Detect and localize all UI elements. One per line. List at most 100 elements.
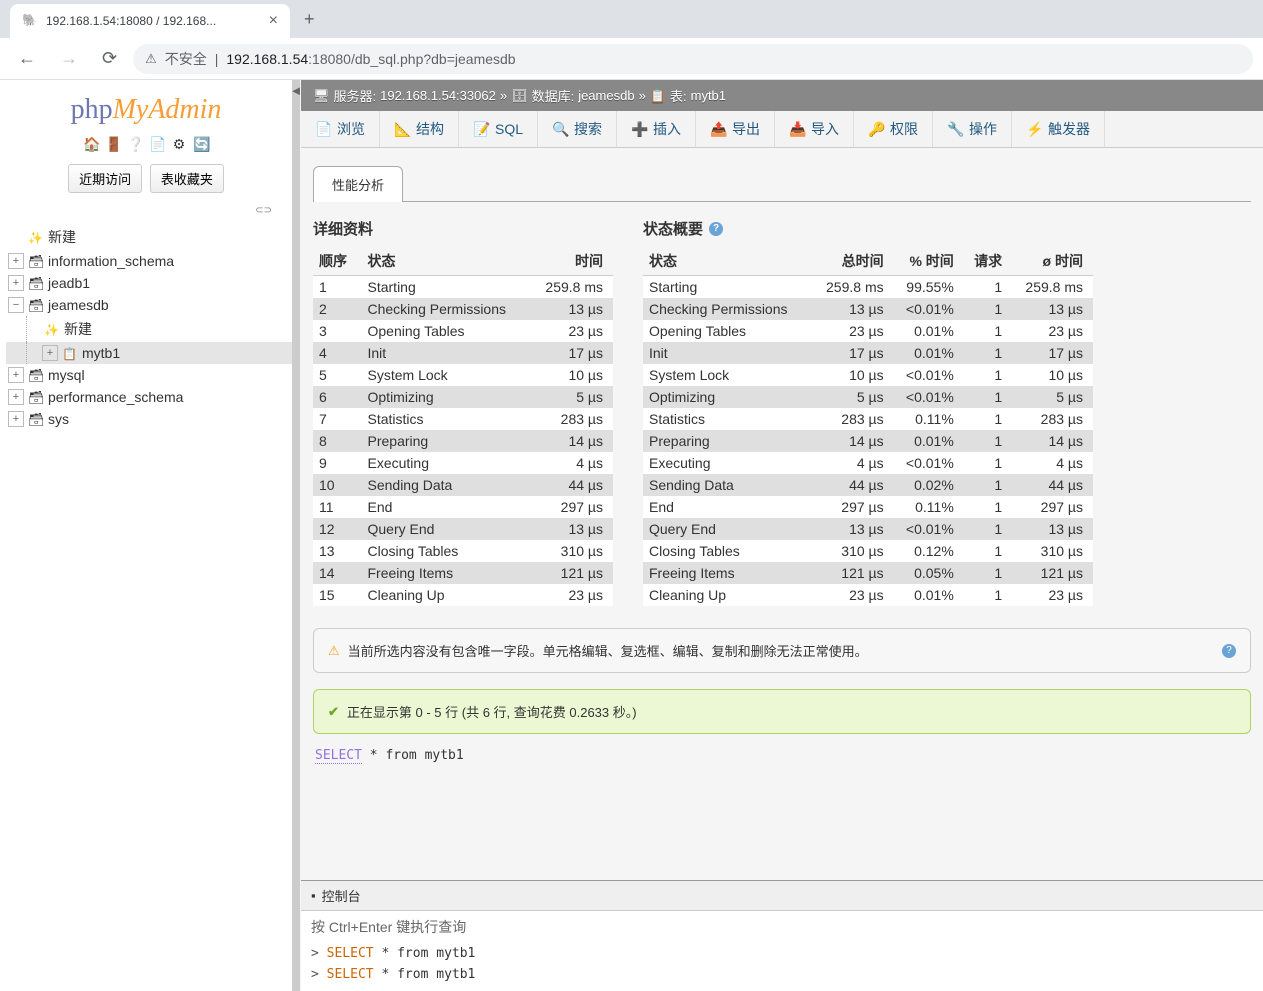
tab-privileges[interactable]: 🔑权限	[854, 111, 933, 147]
home-icon[interactable]: 🏠	[83, 136, 99, 152]
check-icon: ✔	[328, 704, 339, 720]
table-row: Preparing14 µs0.01%114 µs	[643, 430, 1093, 452]
settings-icon[interactable]: ⚙	[171, 136, 187, 152]
insecure-label: 不安全	[165, 49, 207, 69]
tab-sql[interactable]: 📝SQL	[459, 111, 538, 147]
col-total[interactable]: 总时间	[813, 247, 894, 276]
table-row: 15Cleaning Up23 µs	[313, 584, 613, 606]
notice-box: ⚠ 当前所选内容没有包含唯一字段。单元格编辑、复选框、编辑、复制和删除无法正常使…	[313, 628, 1251, 673]
table-row: 5System Lock10 µs	[313, 364, 613, 386]
browser-tab[interactable]: 🐘 192.168.1.54:18080 / 192.168... ×	[10, 4, 290, 38]
table-row: Init17 µs0.01%117 µs	[643, 342, 1093, 364]
expand-icon[interactable]: +	[8, 367, 24, 383]
collapse-icon[interactable]: ⊂⊃	[0, 201, 292, 220]
table-row: End297 µs0.11%1297 µs	[643, 496, 1093, 518]
tab-export[interactable]: 📤导出	[696, 111, 775, 147]
navigation-panel: phpMyAdmin 🏠 🚪 ❔ 📄 ⚙ 🔄 近期访问 表收藏夹 ⊂⊃ 新建 +…	[0, 80, 292, 991]
sql-icon[interactable]: 📄	[149, 136, 165, 152]
export-icon: 📤	[710, 121, 726, 137]
database-icon	[28, 367, 44, 383]
table-row: Statistics283 µs0.11%1283 µs	[643, 408, 1093, 430]
profiling-tab[interactable]: 性能分析	[313, 166, 403, 202]
table-row: 13Closing Tables310 µs	[313, 540, 613, 562]
breadcrumb: 🖥 服务器: 192.168.1.54:33062 » 🗄 数据库: jeame…	[301, 80, 1263, 111]
success-box: ✔ 正在显示第 0 - 5 行 (共 6 行, 查询花费 0.2633 秒。)	[313, 689, 1251, 734]
pma-logo[interactable]: phpMyAdmin	[0, 90, 292, 132]
col-avg[interactable]: ø 时间	[1012, 247, 1093, 276]
address-bar[interactable]: ⚠ 不安全 | 192.168.1.54:18080/db_sql.php?db…	[133, 44, 1253, 74]
table-row: 6Optimizing5 µs	[313, 386, 613, 408]
tree-label: mytb1	[82, 345, 120, 361]
resize-handle[interactable]: ◄	[292, 80, 300, 991]
col-order[interactable]: 顺序	[313, 247, 362, 276]
table-row: 12Query End13 µs	[313, 518, 613, 540]
sql-icon: 📝	[473, 121, 489, 137]
help-icon[interactable]: ?	[1222, 644, 1236, 658]
col-state[interactable]: 状态	[643, 247, 813, 276]
bc-db-link[interactable]: jeamesdb	[578, 88, 634, 103]
tab-operations[interactable]: 🔧操作	[933, 111, 1012, 147]
main-panel: ◄ 🖥 服务器: 192.168.1.54:33062 » 🗄 数据库: jea…	[292, 80, 1263, 991]
tab-insert[interactable]: ➕插入	[617, 111, 696, 147]
reload-button[interactable]: ⟳	[94, 44, 125, 73]
favorites-button[interactable]: 表收藏夹	[150, 164, 224, 193]
expand-icon[interactable]: +	[42, 345, 58, 361]
table-tabs: 📄浏览 📐结构 📝SQL 🔍搜索 ➕插入 📤导出 📥导入 🔑权限 🔧操作 ⚡触发…	[301, 111, 1263, 148]
col-time[interactable]: 时间	[532, 247, 613, 276]
database-icon	[28, 297, 44, 313]
console-history-row[interactable]: > SELECT * from mytb1	[311, 943, 1253, 964]
tab-search[interactable]: 🔍搜索	[538, 111, 617, 147]
tree-table-selected[interactable]: + mytb1	[6, 342, 292, 364]
browse-icon: 📄	[315, 121, 331, 137]
table-row: Optimizing5 µs<0.01%15 µs	[643, 386, 1093, 408]
summary-table: 状态 总时间 % 时间 请求 ø 时间 Starting259.8 ms99.5…	[643, 247, 1093, 606]
console-history-row[interactable]: > SELECT * from mytb1	[311, 964, 1253, 985]
col-state[interactable]: 状态	[362, 247, 532, 276]
col-pct[interactable]: % 时间	[894, 247, 964, 276]
server-icon: 🖥	[313, 88, 330, 104]
back-button[interactable]: ←	[10, 44, 44, 73]
logout-icon[interactable]: 🚪	[105, 136, 121, 152]
recent-button[interactable]: 近期访问	[68, 164, 142, 193]
table-row: 7Statistics283 µs	[313, 408, 613, 430]
expand-icon[interactable]: +	[8, 253, 24, 269]
bc-table-link[interactable]: mytb1	[691, 88, 726, 103]
tab-structure[interactable]: 📐结构	[380, 111, 459, 147]
summary-title: 状态概要	[643, 218, 703, 239]
bc-server-link[interactable]: 192.168.1.54:33062	[380, 88, 496, 103]
tree-db[interactable]: + jeadb1	[6, 272, 292, 294]
forward-button[interactable]: →	[52, 44, 86, 73]
database-icon: 🗄	[511, 88, 528, 104]
tree-db[interactable]: + performance_schema	[6, 386, 292, 408]
expand-icon[interactable]: +	[8, 389, 24, 405]
table-row: Checking Permissions13 µs<0.01%113 µs	[643, 298, 1093, 320]
expand-icon[interactable]: +	[8, 275, 24, 291]
console-header[interactable]: ▪ 控制台	[301, 881, 1263, 911]
url-separator: |	[215, 51, 219, 67]
tree-db[interactable]: + sys	[6, 408, 292, 430]
bc-db-label: 数据库:	[532, 86, 575, 105]
table-row: Sending Data44 µs0.02%144 µs	[643, 474, 1093, 496]
tree-new-table[interactable]: 新建	[6, 316, 292, 342]
tree-db-expanded[interactable]: − jeamesdb	[6, 294, 292, 316]
help-icon[interactable]: ?	[709, 222, 723, 236]
close-icon[interactable]: ×	[269, 12, 278, 30]
new-tab-button[interactable]: +	[290, 9, 329, 30]
structure-icon: 📐	[394, 121, 410, 137]
tree-db[interactable]: + information_schema	[6, 250, 292, 272]
database-icon	[28, 389, 44, 405]
tab-import[interactable]: 📥导入	[775, 111, 854, 147]
tree-db[interactable]: + mysql	[6, 364, 292, 386]
collapse-icon[interactable]: −	[8, 297, 24, 313]
col-calls[interactable]: 请求	[964, 247, 1012, 276]
detail-block: 详细资料 顺序 状态 时间 1Starting259.8 ms2Checking…	[313, 218, 613, 606]
docs-icon[interactable]: ❔	[127, 136, 143, 152]
reload-tree-icon[interactable]: 🔄	[193, 136, 209, 152]
tab-triggers[interactable]: ⚡触发器	[1012, 111, 1105, 147]
url-text: 192.168.1.54:18080/db_sql.php?db=jeamesd…	[226, 51, 515, 67]
expand-icon[interactable]: +	[8, 411, 24, 427]
tab-browse[interactable]: 📄浏览	[301, 111, 380, 147]
insecure-icon: ⚠	[145, 51, 157, 67]
detail-title: 详细资料	[313, 218, 613, 239]
tree-new[interactable]: 新建	[6, 224, 292, 250]
